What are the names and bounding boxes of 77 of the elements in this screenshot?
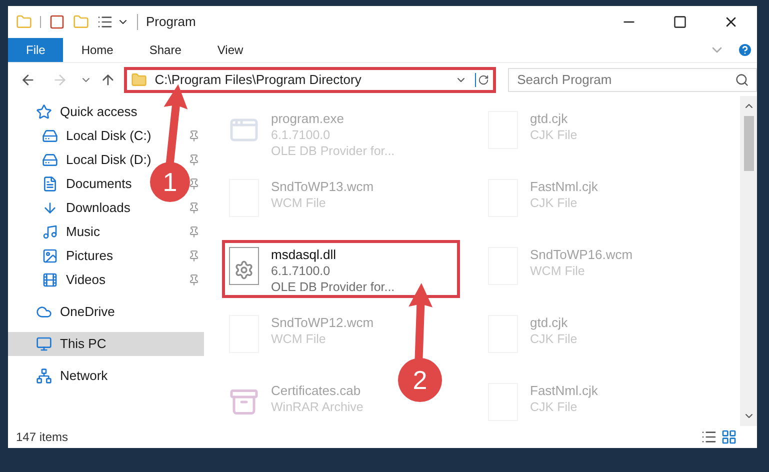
folder-icon: [130, 72, 147, 88]
file-detail: WCM File: [530, 263, 586, 279]
sidebar-label: Local Disk (C:): [66, 127, 152, 146]
refresh-button[interactable]: [475, 72, 490, 86]
ribbon-tab[interactable]: Share: [131, 38, 200, 62]
ribbon-tab[interactable]: View: [199, 38, 262, 62]
item-count: 147 items: [16, 429, 68, 446]
sidebar-label: Network: [60, 367, 108, 386]
scroll-thumb[interactable]: [744, 116, 754, 171]
address-field[interactable]: C:\Program Files\Program Directory: [124, 66, 496, 92]
sidebar-label: Downloads: [66, 199, 130, 218]
help-icon[interactable]: [737, 42, 753, 58]
sidebar-item-icon: [36, 304, 52, 320]
file-name: gtd.cjk: [530, 315, 569, 331]
file-name: FastNml.cjk: [530, 179, 598, 195]
file-detail: 6.1.7100.0: [271, 127, 332, 143]
sidebar-label: OneDrive: [60, 303, 115, 322]
sidebar-item-icon: [36, 368, 52, 384]
back-button[interactable]: [20, 72, 36, 88]
sidebar-label: Music: [66, 223, 100, 242]
file-item[interactable]: msdasql.dll 6.1.7100.0 OLE DB Provider for...: [222, 240, 460, 298]
sidebar-label: This PC: [60, 335, 106, 354]
gear-file-icon: [229, 247, 259, 285]
file-name: Certificates.cab: [271, 383, 362, 399]
sidebar-item-icon: [42, 272, 58, 288]
file-name: FastNml.cjk: [530, 383, 598, 399]
sidebar-label: Local Disk (D:): [66, 151, 152, 170]
address-path: C:\Program Files\Program Directory: [154, 70, 362, 89]
search-icon: [734, 72, 749, 86]
sidebar-item[interactable]: Videos: [42, 268, 110, 292]
sidebar-item-icon: [42, 128, 58, 144]
file-detail: CJK File: [530, 331, 578, 347]
ribbon-tab[interactable]: Home: [63, 38, 132, 62]
file-name: gtd.cjk: [530, 111, 569, 127]
file-detail: WCM File: [271, 195, 327, 211]
sidebar-label: Quick access: [60, 103, 138, 122]
up-button[interactable]: [100, 72, 116, 88]
file-detail: 6.1.7100.0: [271, 263, 332, 279]
sidebar-item-icon: [36, 104, 52, 120]
file-name: msdasql.dll: [271, 247, 338, 263]
large-icons-view-icon[interactable]: [721, 429, 737, 445]
sidebar-item-icon: [36, 336, 52, 352]
sidebar-label: Videos: [66, 271, 106, 290]
file-detail: WinRAR Archive: [271, 399, 364, 415]
file-detail: WCM File: [271, 331, 327, 347]
file-detail: OLE DB Provider for...: [271, 279, 395, 295]
details-view-icon[interactable]: [701, 429, 717, 445]
file-detail: CJK File: [530, 195, 578, 211]
sidebar-item[interactable]: This PC: [8, 332, 204, 356]
sidebar-item[interactable]: Pictures: [42, 244, 117, 268]
view-options-icon[interactable]: [97, 14, 113, 30]
sidebar-label: Documents: [66, 175, 132, 194]
file-name: program.exe: [271, 111, 345, 127]
file-name: SndToWP16.wcm: [530, 247, 633, 263]
sidebar-label: Pictures: [66, 247, 113, 266]
maximize-button[interactable]: [673, 15, 687, 29]
sidebar-item[interactable]: Downloads: [42, 196, 134, 220]
sidebar-item[interactable]: OneDrive: [8, 300, 204, 324]
sidebar-item[interactable]: Quick access: [8, 100, 204, 124]
sidebar-item-icon: [42, 248, 58, 264]
window-title: Program: [146, 13, 196, 32]
sidebar-item[interactable]: Network: [8, 364, 204, 388]
sidebar-item-icon: [42, 200, 58, 216]
file-name: SndToWP13.wcm: [271, 179, 374, 195]
sidebar-item-icon: [42, 176, 58, 192]
ribbon-tab[interactable]: File: [8, 38, 64, 62]
file-detail: CJK File: [530, 399, 578, 415]
file-name: SndToWP12.wcm: [271, 315, 374, 331]
sidebar-item-icon: [42, 152, 58, 168]
scrollbar[interactable]: [740, 96, 757, 426]
sidebar-item[interactable]: Music: [42, 220, 104, 244]
sidebar-item[interactable]: Local Disk (C:): [42, 124, 156, 148]
file-detail: CJK File: [530, 127, 578, 143]
search-field[interactable]: Search Program: [508, 68, 757, 92]
file-detail: OLE DB Provider for...: [271, 143, 395, 159]
sidebar-item[interactable]: Documents: [42, 172, 136, 196]
sidebar-item-icon: [42, 224, 58, 240]
